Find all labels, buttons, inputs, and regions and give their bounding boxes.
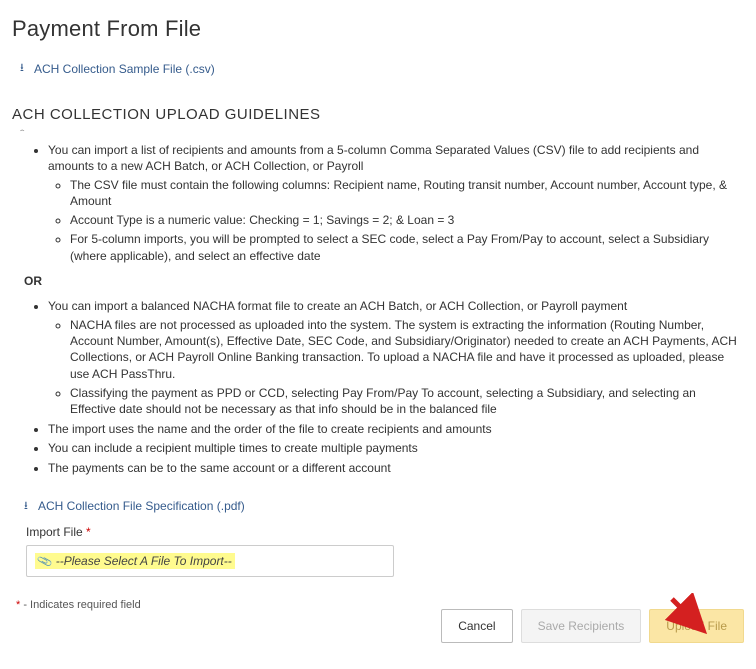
list-item: The import uses the name and the order o… xyxy=(48,421,744,437)
list-item: For 5-column imports, you will be prompt… xyxy=(70,231,744,263)
page-title: Payment From File xyxy=(12,16,744,42)
upload-file-button[interactable]: Upload File xyxy=(649,609,744,643)
list-item: Classifying the payment as PPD or CCD, s… xyxy=(70,385,744,417)
list-item: You can import a list of recipients and … xyxy=(48,142,744,264)
list-item: The payments can be to the same account … xyxy=(48,460,744,476)
required-star: * xyxy=(86,525,91,539)
download-icon: ⭳ xyxy=(20,63,29,74)
collapse-caret-icon[interactable]: ⌃ xyxy=(18,129,26,136)
list-item: Account Type is a numeric value: Checkin… xyxy=(70,212,744,228)
list-item: You can include a recipient multiple tim… xyxy=(48,440,744,456)
guidelines-sublist: NACHA files are not processed as uploade… xyxy=(70,317,744,417)
spec-file-link-label: ACH Collection File Specification (.pdf) xyxy=(38,499,245,513)
guidelines-list-2: You can import a balanced NACHA format f… xyxy=(48,298,744,476)
sample-file-link-label: ACH Collection Sample File (.csv) xyxy=(34,62,215,76)
guidelines-sublist: The CSV file must contain the following … xyxy=(70,177,744,264)
list-item: NACHA files are not processed as uploade… xyxy=(70,317,744,382)
list-item: The CSV file must contain the following … xyxy=(70,177,744,209)
list-item: You can import a balanced NACHA format f… xyxy=(48,298,744,417)
save-recipients-button: Save Recipients xyxy=(521,609,642,643)
button-row: Cancel Save Recipients Upload File xyxy=(441,609,744,643)
import-file-picker[interactable]: 📎 --Please Select A File To Import-- xyxy=(26,545,394,577)
list-item-text: You can import a list of recipients and … xyxy=(48,143,699,173)
sample-file-link[interactable]: ⭳ ACH Collection Sample File (.csv) xyxy=(20,62,215,76)
required-footnote-text: - Indicates required field xyxy=(20,599,140,611)
paperclip-icon: 📎 xyxy=(36,553,53,570)
guidelines-list-1: You can import a list of recipients and … xyxy=(48,142,744,264)
file-picker-placeholder: --Please Select A File To Import-- xyxy=(56,554,232,568)
download-icon: ⭳ xyxy=(24,501,33,512)
file-picker-placeholder-wrap: 📎 --Please Select A File To Import-- xyxy=(35,553,235,569)
list-item-text: You can import a balanced NACHA format f… xyxy=(48,299,627,313)
guidelines-heading: ACH COLLECTION UPLOAD GUIDELINES xyxy=(12,106,744,123)
cancel-button[interactable]: Cancel xyxy=(441,609,512,643)
import-file-label-text: Import File xyxy=(26,525,83,539)
import-file-label: Import File * xyxy=(26,525,744,539)
or-separator: OR xyxy=(24,274,744,288)
spec-file-link[interactable]: ⭳ ACH Collection File Specification (.pd… xyxy=(24,499,245,513)
